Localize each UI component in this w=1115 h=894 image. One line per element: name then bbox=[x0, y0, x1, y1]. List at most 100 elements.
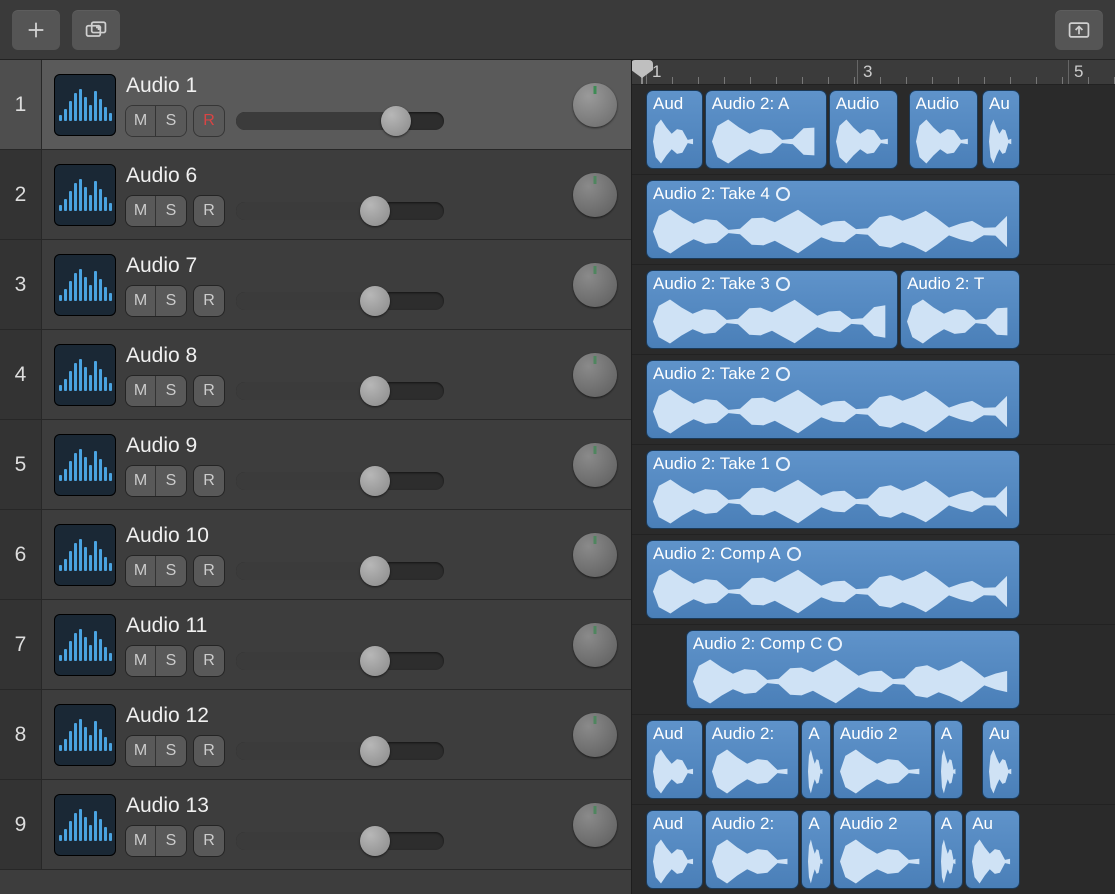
track-header[interactable]: 1Audio 1MSR bbox=[0, 60, 631, 150]
track-name[interactable]: Audio 1 bbox=[126, 74, 573, 98]
track-lane[interactable]: Audio 2: Comp C bbox=[632, 625, 1115, 715]
solo-button[interactable]: S bbox=[156, 556, 186, 586]
audio-region[interactable]: Audio 2: bbox=[705, 720, 800, 799]
mute-button[interactable]: M bbox=[126, 826, 156, 856]
record-enable-button[interactable]: R bbox=[194, 646, 224, 676]
audio-waveform-icon[interactable] bbox=[54, 164, 116, 226]
pan-knob[interactable] bbox=[573, 803, 617, 847]
audio-region[interactable]: Au bbox=[982, 90, 1020, 169]
audio-region[interactable]: Audio 2: Comp C bbox=[686, 630, 1020, 709]
track-lane[interactable]: AudAudio 2: AAudioAudioAu bbox=[632, 85, 1115, 175]
volume-slider[interactable] bbox=[236, 202, 444, 220]
track-header[interactable]: 4Audio 8MSR bbox=[0, 330, 631, 420]
volume-thumb[interactable] bbox=[381, 106, 411, 136]
track-name[interactable]: Audio 7 bbox=[126, 254, 573, 278]
volume-thumb[interactable] bbox=[360, 466, 390, 496]
mute-button[interactable]: M bbox=[126, 466, 156, 496]
track-lane[interactable]: Audio 2: Take 2 bbox=[632, 355, 1115, 445]
pan-knob[interactable] bbox=[573, 623, 617, 667]
mute-button[interactable]: M bbox=[126, 736, 156, 766]
solo-button[interactable]: S bbox=[156, 286, 186, 316]
audio-region[interactable]: Audio 2: A bbox=[705, 90, 827, 169]
volume-thumb[interactable] bbox=[360, 286, 390, 316]
pan-knob[interactable] bbox=[573, 173, 617, 217]
volume-slider[interactable] bbox=[236, 472, 444, 490]
pan-knob[interactable] bbox=[573, 353, 617, 397]
ruler[interactable]: 135 bbox=[632, 60, 1115, 85]
audio-region[interactable]: Aud bbox=[646, 810, 703, 889]
audio-waveform-icon[interactable] bbox=[54, 524, 116, 586]
audio-region[interactable]: Audio 2: Take 3 bbox=[646, 270, 898, 349]
audio-waveform-icon[interactable] bbox=[54, 704, 116, 766]
track-name[interactable]: Audio 9 bbox=[126, 434, 573, 458]
audio-region[interactable]: Audio bbox=[829, 90, 898, 169]
audio-waveform-icon[interactable] bbox=[54, 614, 116, 676]
volume-slider[interactable] bbox=[236, 652, 444, 670]
audio-waveform-icon[interactable] bbox=[54, 434, 116, 496]
solo-button[interactable]: S bbox=[156, 196, 186, 226]
pan-knob[interactable] bbox=[573, 263, 617, 307]
record-enable-button[interactable]: R bbox=[194, 466, 224, 496]
track-lane[interactable]: AudAudio 2:AAudio 2AAu bbox=[632, 805, 1115, 894]
audio-region[interactable]: A bbox=[934, 810, 963, 889]
pan-knob[interactable] bbox=[573, 443, 617, 487]
audio-region[interactable]: Audio 2: Take 1 bbox=[646, 450, 1020, 529]
volume-thumb[interactable] bbox=[360, 736, 390, 766]
mute-button[interactable]: M bbox=[126, 556, 156, 586]
record-enable-button[interactable]: R bbox=[194, 826, 224, 856]
track-header[interactable]: 9Audio 13MSR bbox=[0, 780, 631, 870]
audio-region[interactable]: Aud bbox=[646, 720, 703, 799]
track-header[interactable]: 2Audio 6MSR bbox=[0, 150, 631, 240]
audio-waveform-icon[interactable] bbox=[54, 794, 116, 856]
record-enable-button[interactable]: R bbox=[194, 196, 224, 226]
solo-button[interactable]: S bbox=[156, 466, 186, 496]
track-lane[interactable]: Audio 2: Take 3Audio 2: T bbox=[632, 265, 1115, 355]
volume-slider[interactable] bbox=[236, 382, 444, 400]
mute-button[interactable]: M bbox=[126, 196, 156, 226]
track-name[interactable]: Audio 8 bbox=[126, 344, 573, 368]
solo-button[interactable]: S bbox=[156, 376, 186, 406]
track-name[interactable]: Audio 10 bbox=[126, 524, 573, 548]
track-name[interactable]: Audio 6 bbox=[126, 164, 573, 188]
audio-waveform-icon[interactable] bbox=[54, 74, 116, 136]
track-lane[interactable]: Audio 2: Comp A bbox=[632, 535, 1115, 625]
audio-region[interactable]: Audio 2: Take 2 bbox=[646, 360, 1020, 439]
track-header[interactable]: 5Audio 9MSR bbox=[0, 420, 631, 510]
volume-thumb[interactable] bbox=[360, 826, 390, 856]
audio-region[interactable]: Audio bbox=[909, 90, 978, 169]
volume-slider[interactable] bbox=[236, 562, 444, 580]
volume-thumb[interactable] bbox=[360, 196, 390, 226]
volume-thumb[interactable] bbox=[360, 556, 390, 586]
mute-button[interactable]: M bbox=[126, 286, 156, 316]
add-track-button[interactable] bbox=[12, 10, 60, 50]
track-name[interactable]: Audio 11 bbox=[126, 614, 573, 638]
audio-region[interactable]: Audio 2: T bbox=[900, 270, 1020, 349]
track-lane[interactable]: AudAudio 2:AAudio 2AAu bbox=[632, 715, 1115, 805]
solo-button[interactable]: S bbox=[156, 646, 186, 676]
audio-region[interactable]: Audio 2: Take 4 bbox=[646, 180, 1020, 259]
audio-region[interactable]: Audio 2 bbox=[833, 810, 932, 889]
track-lane[interactable]: Audio 2: Take 4 bbox=[632, 175, 1115, 265]
mute-button[interactable]: M bbox=[126, 376, 156, 406]
record-enable-button[interactable]: R bbox=[194, 376, 224, 406]
mute-button[interactable]: M bbox=[126, 106, 156, 136]
audio-waveform-icon[interactable] bbox=[54, 344, 116, 406]
audio-region[interactable]: A bbox=[934, 720, 963, 799]
solo-button[interactable]: S bbox=[156, 106, 186, 136]
mute-button[interactable]: M bbox=[126, 646, 156, 676]
track-header[interactable]: 7Audio 11MSR bbox=[0, 600, 631, 690]
audio-region[interactable]: Audio 2 bbox=[833, 720, 932, 799]
solo-button[interactable]: S bbox=[156, 736, 186, 766]
volume-thumb[interactable] bbox=[360, 646, 390, 676]
record-enable-button[interactable]: R bbox=[194, 106, 224, 136]
duplicate-track-button[interactable] bbox=[72, 10, 120, 50]
volume-slider[interactable] bbox=[236, 742, 444, 760]
region-lanes[interactable]: AudAudio 2: AAudioAudioAuAudio 2: Take 4… bbox=[632, 85, 1115, 894]
volume-thumb[interactable] bbox=[360, 376, 390, 406]
audio-region[interactable]: Audio 2: bbox=[705, 810, 800, 889]
audio-region[interactable]: Aud bbox=[646, 90, 703, 169]
track-name[interactable]: Audio 12 bbox=[126, 704, 573, 728]
track-name[interactable]: Audio 13 bbox=[126, 794, 573, 818]
track-header[interactable]: 3Audio 7MSR bbox=[0, 240, 631, 330]
track-header[interactable]: 8Audio 12MSR bbox=[0, 690, 631, 780]
